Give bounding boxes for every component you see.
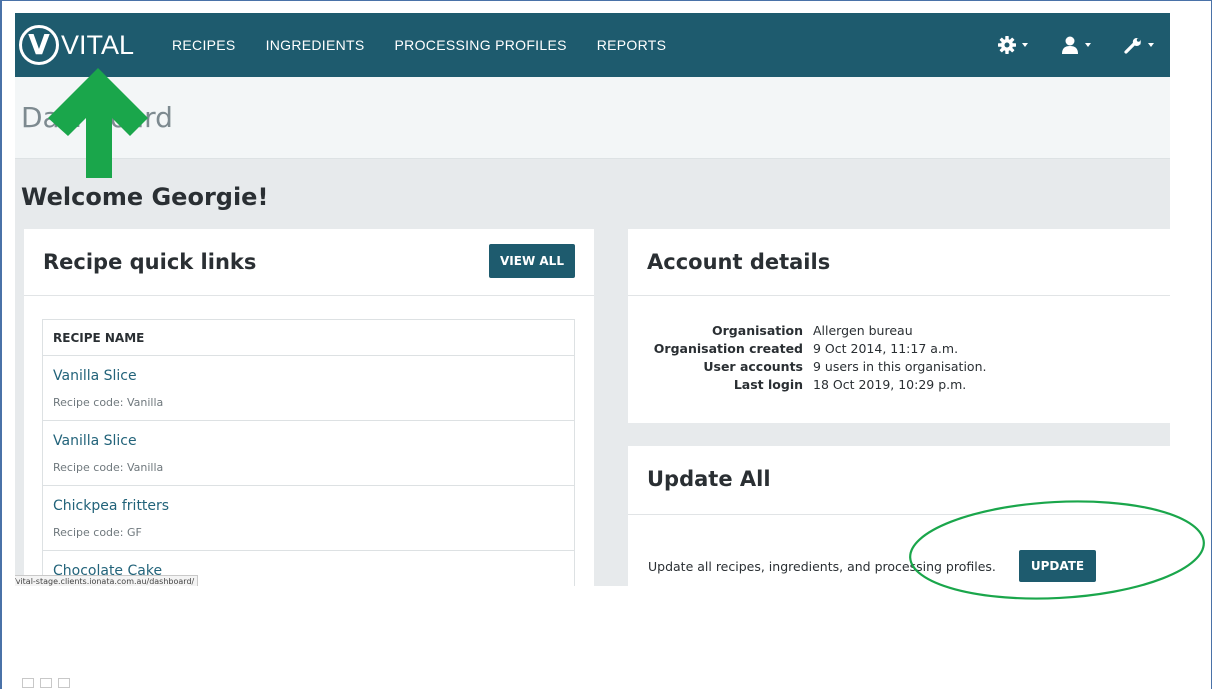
top-navbar: V VITAL RECIPES INGREDIENTS PROCESSING P… <box>15 13 1170 77</box>
panel-title: Account details <box>647 250 831 274</box>
table-row: Chickpea fritters Recipe code: GF <box>43 486 574 551</box>
page-title: Dashboard <box>21 101 173 134</box>
account-value: 18 Oct 2019, 10:29 p.m. <box>813 376 967 392</box>
account-label: User accounts <box>703 358 803 374</box>
update-button[interactable]: UPDATE <box>1019 550 1096 582</box>
account-value: Allergen bureau <box>813 322 913 338</box>
recipe-code: Recipe code: GF <box>53 526 142 539</box>
account-label: Organisation <box>712 322 803 338</box>
recipe-code: Recipe code: Vanilla <box>53 396 164 409</box>
column-header-recipe-name: RECIPE NAME <box>43 320 574 356</box>
account-value: 9 users in this organisation. <box>813 358 987 374</box>
toolbar-icon[interactable] <box>40 678 52 688</box>
recipe-link[interactable]: Chickpea fritters <box>53 498 169 514</box>
recipe-code: Recipe code: Vanilla <box>53 461 164 474</box>
vital-check-icon: V <box>19 25 59 65</box>
chevron-down-icon <box>1085 43 1091 47</box>
update-description: Update all recipes, ingredients, and pro… <box>648 559 996 574</box>
nav-reports[interactable]: REPORTS <box>597 37 667 53</box>
nav-ingredients[interactable]: INGREDIENTS <box>266 37 365 53</box>
table-row: Vanilla Slice Recipe code: Vanilla <box>43 356 574 421</box>
account-value: 9 Oct 2014, 11:17 a.m. <box>813 340 959 356</box>
gear-icon <box>998 36 1016 54</box>
brand-logo[interactable]: V VITAL <box>19 23 134 67</box>
chevron-down-icon <box>1148 43 1154 47</box>
brand-name: VITAL <box>61 29 135 60</box>
panel-title: Recipe quick links <box>43 250 257 274</box>
account-label: Last login <box>733 376 803 392</box>
nav-right-menus <box>997 13 1154 77</box>
main-nav: RECIPES INGREDIENTS PROCESSING PROFILES … <box>172 13 666 77</box>
nav-recipes[interactable]: RECIPES <box>172 37 236 53</box>
welcome-heading: Welcome Georgie! <box>21 183 269 211</box>
account-row: Organisation Allergen bureau <box>628 321 1168 339</box>
user-icon <box>1062 36 1078 54</box>
account-row: Organisation created 9 Oct 2014, 11:17 a… <box>628 339 1168 357</box>
account-row: Last login 18 Oct 2019, 10:29 p.m. <box>628 375 1168 393</box>
recipe-table: RECIPE NAME Vanilla Slice Recipe code: V… <box>42 319 575 586</box>
user-dropdown[interactable] <box>1060 35 1091 55</box>
recipe-quick-links-panel: Recipe quick links VIEW ALL RECIPE NAME … <box>24 229 594 586</box>
wrench-icon <box>1124 38 1141 54</box>
panel-title: Update All <box>647 467 771 491</box>
app-window: V VITAL RECIPES INGREDIENTS PROCESSING P… <box>15 13 1170 586</box>
bottom-toolbar <box>22 678 70 688</box>
settings-dropdown[interactable] <box>997 35 1028 55</box>
tools-dropdown[interactable] <box>1123 35 1154 55</box>
page-header <box>15 77 1170 159</box>
toolbar-icon[interactable] <box>58 678 70 688</box>
toolbar-icon[interactable] <box>22 678 34 688</box>
account-details-list: Organisation Allergen bureau Organisatio… <box>628 321 1168 393</box>
nav-processing-profiles[interactable]: PROCESSING PROFILES <box>395 37 567 53</box>
update-all-panel: Update All Update all recipes, ingredien… <box>628 446 1170 586</box>
recipe-link[interactable]: Vanilla Slice <box>53 368 137 384</box>
account-label: Organisation created <box>653 340 803 356</box>
recipe-link[interactable]: Vanilla Slice <box>53 433 137 449</box>
chevron-down-icon <box>1022 43 1028 47</box>
table-row: Vanilla Slice Recipe code: Vanilla <box>43 421 574 486</box>
view-all-button[interactable]: VIEW ALL <box>489 244 575 278</box>
account-row: User accounts 9 users in this organisati… <box>628 357 1168 375</box>
account-details-panel: Account details Organisation Allergen bu… <box>628 229 1170 423</box>
status-bar-url: /vital-stage.clients.ionata.com.au/dashb… <box>15 575 199 586</box>
